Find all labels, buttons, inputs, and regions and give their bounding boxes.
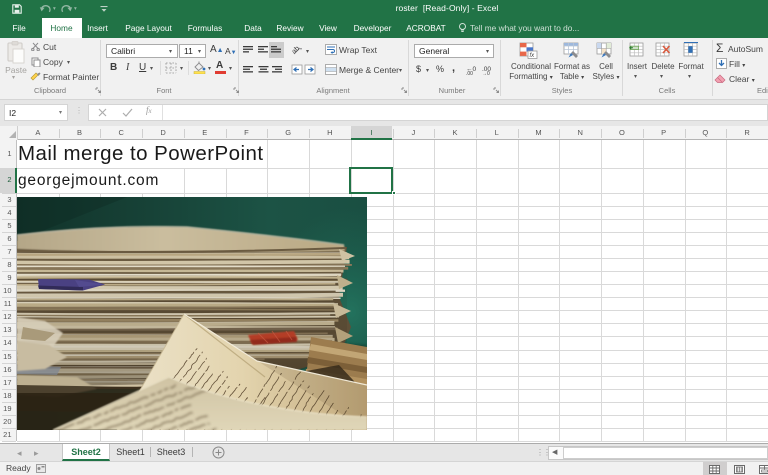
svg-text:ab: ab [292,45,301,56]
svg-text:→0: →0 [482,71,490,75]
svg-text:.00: .00 [466,71,473,75]
